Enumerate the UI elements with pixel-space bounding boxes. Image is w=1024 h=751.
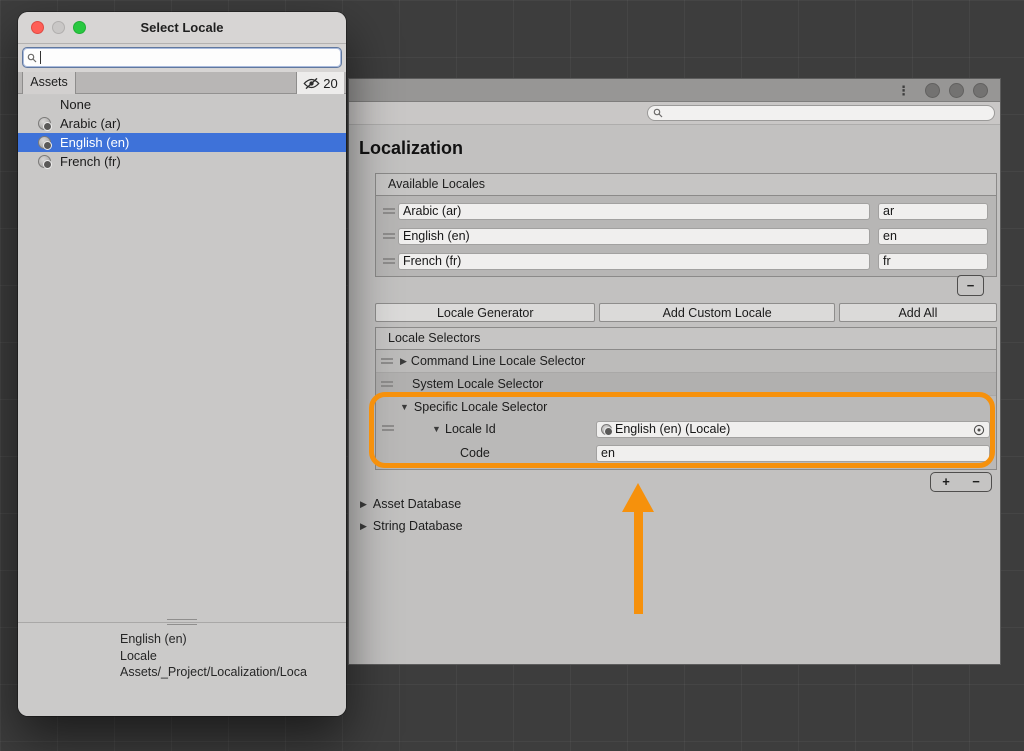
table-row: French (fr) fr [380, 252, 988, 270]
traffic-lights [31, 21, 86, 34]
specific-selector-foldout[interactable]: ▼ Specific Locale Selector [400, 400, 547, 414]
inspector-toolbar [349, 102, 1000, 125]
item-label: English (en) [60, 135, 129, 150]
list-item-command-line-selector[interactable]: ▶ Command Line Locale Selector [376, 350, 996, 373]
locale-asset-icon [38, 155, 51, 168]
window-button-icon[interactable] [949, 83, 964, 98]
picker-search-input[interactable] [22, 47, 342, 68]
locale-id-label: Locale Id [445, 422, 496, 436]
locale-code-field[interactable]: fr [878, 253, 988, 270]
list-item-system-selector[interactable]: System Locale Selector [376, 373, 996, 396]
hidden-count-badge[interactable]: 20 [296, 72, 344, 94]
list-item-arabic[interactable]: Arabic (ar) [18, 114, 346, 133]
picker-search-row [18, 44, 346, 72]
add-custom-locale-button[interactable]: Add Custom Locale [599, 303, 834, 322]
window-button-icon[interactable] [973, 83, 988, 98]
locale-name-field[interactable]: English (en) [398, 228, 870, 245]
inspector-titlebar: ⋮ [349, 79, 1000, 102]
picker-titlebar: Select Locale [18, 12, 346, 44]
kebab-menu-icon[interactable]: ⋮ [897, 84, 910, 97]
item-label: Arabic (ar) [60, 116, 121, 131]
item-label: None [60, 97, 91, 112]
minimize-button-icon[interactable] [52, 21, 65, 34]
locale-id-object-field[interactable]: English (en) (Locale) [596, 421, 990, 438]
drag-handle-icon[interactable] [380, 233, 398, 239]
foldout-label: Asset Database [373, 497, 461, 511]
drag-handle-icon[interactable] [378, 381, 396, 387]
locale-id-row: ▼ Locale Id English (en) (Locale) [376, 418, 996, 442]
selected-asset-path: Assets/_Project/Localization/Loca [120, 664, 340, 681]
search-icon [653, 108, 663, 118]
list-item-french[interactable]: French (fr) [18, 152, 346, 171]
locale-asset-icon [601, 424, 612, 435]
specific-locale-selector: ▼ Specific Locale Selector ▼ Locale Id E… [376, 396, 996, 469]
locale-name-field[interactable]: French (fr) [398, 253, 870, 270]
selector-label: System Locale Selector [412, 377, 543, 391]
available-locales-section: Available Locales Arabic (ar) ar English… [375, 173, 997, 277]
item-label: French (fr) [60, 154, 121, 169]
picker-tabbar: Assets 20 [18, 72, 346, 94]
object-picker-icon[interactable] [973, 424, 985, 436]
text-caret [40, 51, 41, 64]
chevron-right-icon: ▶ [360, 499, 367, 510]
tab-assets[interactable]: Assets [22, 72, 76, 94]
code-label: Code [460, 446, 490, 460]
code-field[interactable]: en [596, 445, 990, 462]
search-icon [27, 53, 37, 63]
add-all-button[interactable]: Add All [839, 303, 997, 322]
locale-list: None Arabic (ar) English (en) French (fr… [18, 95, 346, 622]
locale-generator-button[interactable]: Locale Generator [375, 303, 595, 322]
locale-actions: Locale Generator Add Custom Locale Add A… [375, 303, 997, 322]
close-button-icon[interactable] [31, 21, 44, 34]
chevron-right-icon[interactable]: ▶ [400, 356, 407, 367]
locale-asset-icon [38, 117, 51, 130]
picker-preview-footer: English (en) Locale Assets/_Project/Loca… [18, 622, 346, 716]
selected-asset-name: English (en) [120, 631, 340, 648]
code-row: Code en [376, 442, 996, 466]
chevron-down-icon[interactable]: ▼ [400, 402, 409, 412]
selector-label: Command Line Locale Selector [411, 354, 585, 368]
selector-add-remove-group: + − [930, 472, 992, 492]
localization-settings-window: ⋮ Localization Available Locales Arabic … [348, 78, 1001, 665]
eye-hidden-icon [303, 77, 320, 90]
locale-selectors-section: Locale Selectors ▶ Command Line Locale S… [375, 327, 997, 470]
foldout-string-database[interactable]: ▶ String Database [360, 519, 463, 533]
selected-asset-type: Locale [120, 648, 340, 665]
available-locales-header: Available Locales [376, 174, 996, 196]
foldout-asset-database[interactable]: ▶ Asset Database [360, 497, 461, 511]
drag-handle-icon[interactable] [378, 358, 396, 364]
locale-asset-icon [38, 136, 51, 149]
chevron-right-icon: ▶ [360, 521, 367, 532]
list-item-english[interactable]: English (en) [18, 133, 346, 152]
remove-locale-button[interactable]: − [957, 275, 984, 296]
resize-handle[interactable] [167, 619, 197, 625]
remove-selector-button[interactable]: − [961, 473, 991, 491]
table-row: English (en) en [380, 227, 988, 245]
locale-id-value: English (en) (Locale) [615, 422, 970, 437]
locale-code-field[interactable]: ar [878, 203, 988, 220]
table-row: Arabic (ar) ar [380, 202, 988, 220]
drag-handle-icon[interactable] [380, 208, 398, 214]
inspector-search-input[interactable] [647, 105, 995, 121]
select-locale-window: Select Locale Assets 20 None Arabic (ar)… [18, 12, 346, 716]
locale-selectors-header: Locale Selectors [376, 328, 996, 350]
list-item-none[interactable]: None [18, 95, 346, 114]
foldout-label: String Database [373, 519, 463, 533]
locale-name-field[interactable]: Arabic (ar) [398, 203, 870, 220]
selector-label: Specific Locale Selector [414, 400, 547, 414]
inspector-content: Localization Available Locales Arabic (a… [349, 125, 1000, 664]
drag-handle-icon[interactable] [380, 258, 398, 264]
hidden-count: 20 [323, 76, 337, 91]
page-title: Localization [359, 138, 463, 159]
chevron-down-icon[interactable]: ▼ [432, 424, 441, 434]
window-button-icon[interactable] [925, 83, 940, 98]
locale-code-field[interactable]: en [878, 228, 988, 245]
maximize-button-icon[interactable] [73, 21, 86, 34]
add-selector-button[interactable]: + [931, 473, 961, 491]
available-locales-list: Arabic (ar) ar English (en) en French (f… [376, 196, 996, 276]
